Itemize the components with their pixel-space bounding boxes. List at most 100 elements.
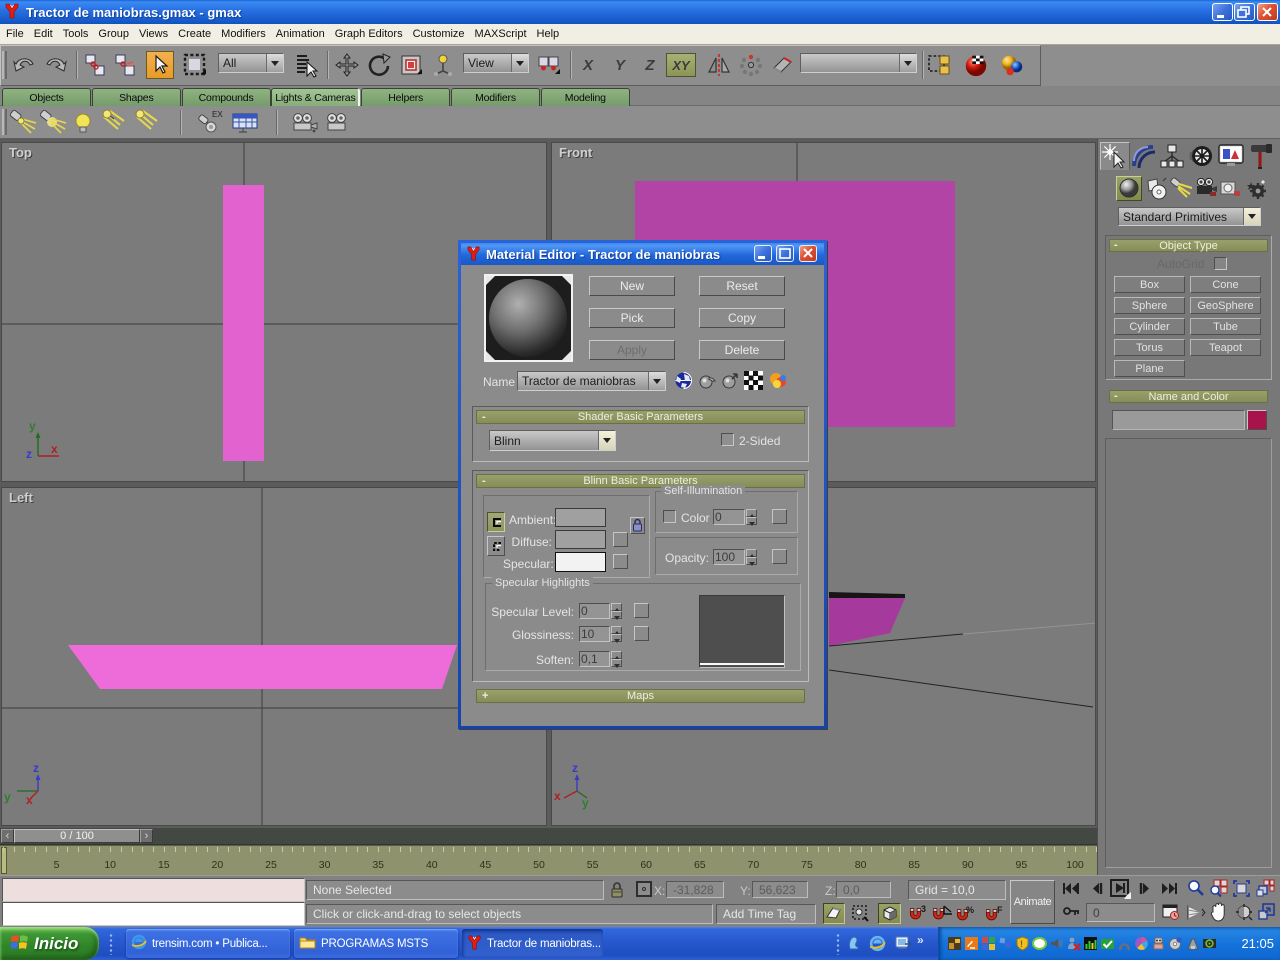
z-coordinate-field[interactable]: 0,0 [836,881,891,898]
name-color-rollout-header[interactable]: - Name and Color [1109,390,1268,403]
material-sphere-preview[interactable] [489,279,567,357]
specular-color-swatch[interactable] [555,552,606,572]
shader-type-dropdown[interactable]: Blinn [489,430,616,451]
tray-app-a-icon[interactable] [1117,936,1132,951]
dropdown-arrow-icon[interactable] [511,54,528,72]
quicklaunch-show-desktop-icon[interactable] [895,935,912,954]
object-name-input[interactable] [1112,410,1245,430]
category-cameras-button[interactable] [1194,177,1218,204]
zoom-all-button[interactable] [1209,879,1228,901]
array-button[interactable] [738,52,764,78]
object-type-geosphere-button[interactable]: GeoSphere [1190,297,1261,314]
pan-button[interactable] [1209,902,1228,925]
tab-create[interactable] [1102,143,1128,172]
reference-coordinate-system-dropdown[interactable]: View [463,53,529,73]
tray-cd-player-icon[interactable] [1168,936,1183,951]
go-to-end-button[interactable] [1160,881,1178,899]
tab-modifiers[interactable]: Modifiers [451,88,540,106]
zoom-button[interactable] [1186,879,1205,901]
show-map-in-viewport-icon[interactable] [674,371,693,393]
light-lister-button[interactable] [231,112,259,137]
two-sided-checkbox[interactable] [721,433,734,446]
object-type-cone-button[interactable]: Cone [1190,276,1261,293]
self-illumination-value-field[interactable]: 0 [713,509,745,525]
next-frame-button[interactable] [1138,881,1153,899]
restrict-z-button[interactable]: Z [638,53,662,77]
object-type-cylinder-button[interactable]: Cylinder [1114,318,1185,335]
menu-help[interactable]: Help [532,26,565,42]
tab-objects[interactable]: Objects [2,88,91,106]
opacity-map-button[interactable] [772,549,787,564]
snap-3d-button[interactable]: 3 [908,904,928,927]
dropdown-arrow-icon[interactable] [598,431,615,450]
selection-filter-dropdown[interactable]: All [218,53,284,73]
glossiness-field[interactable]: 10 [579,626,610,642]
menu-tools[interactable]: Tools [58,26,94,42]
x-coordinate-field[interactable]: -31,828 [666,881,724,898]
material-options-icon[interactable] [768,371,788,393]
tray-antivirus-icon[interactable] [1032,936,1047,951]
tray-volume-icon[interactable] [1049,936,1064,951]
task-button-programas-msts[interactable]: PROGRAMAS MSTS [294,929,458,958]
material-preview-slot[interactable] [484,274,573,362]
autogrid-checkbox[interactable] [1214,257,1227,270]
apply-button[interactable]: Apply [589,340,675,360]
animate-button[interactable]: Animate [1010,880,1055,924]
use-center-button[interactable] [536,52,562,78]
task-button-tractor-active[interactable]: Tractor de maniobras... [462,929,603,958]
current-frame-field[interactable]: 0 [1086,903,1155,922]
object-color-swatch[interactable] [1247,410,1267,430]
reset-button[interactable]: Reset [699,276,785,296]
tab-motion[interactable] [1188,143,1214,172]
diffuse-map-button[interactable] [613,532,628,547]
time-slider-handle[interactable]: 0 / 100 [14,829,140,843]
category-dropdown[interactable]: Standard Primitives [1118,207,1261,226]
redo-button[interactable] [43,52,69,78]
maps-rollout-header[interactable]: + Maps [476,689,805,703]
tab-display[interactable] [1217,143,1245,172]
tray-equalizer-icon[interactable] [1083,936,1098,951]
field-of-view-button[interactable] [1186,903,1206,925]
toolbar-grip[interactable] [2,109,7,135]
angle-snap-button[interactable] [931,903,953,927]
tab-helpers[interactable]: Helpers [361,88,450,106]
dropdown-arrow-icon[interactable] [1243,208,1260,225]
quicklaunch-msn-icon[interactable] [846,935,862,954]
undo-button[interactable] [11,52,37,78]
glossiness-spinner[interactable] [611,626,622,642]
restrict-y-button[interactable]: Y [608,53,632,77]
start-button[interactable]: Inicio [0,927,99,960]
soften-spinner[interactable] [611,651,622,667]
copy-button[interactable]: Copy [699,308,785,328]
pick-button[interactable]: Pick [589,308,675,328]
tray-graphics-icon[interactable] [981,936,996,951]
object-type-rollout-header[interactable]: - Object Type [1109,239,1268,252]
render-button[interactable] [999,52,1025,78]
opacity-value-field[interactable]: 100 [713,549,745,565]
zoom-extents-all-button[interactable] [1256,879,1275,901]
self-illumination-color-checkbox[interactable] [663,510,676,523]
dialog-maximize-button[interactable] [776,245,794,262]
play-animation-button[interactable] [1110,879,1129,897]
tab-utilities[interactable] [1248,142,1274,173]
slider-right-arrow[interactable]: › [140,829,153,843]
shader-rollout-header[interactable]: - Shader Basic Parameters [476,410,805,424]
category-shapes-button[interactable] [1145,177,1169,204]
dialog-minimize-button[interactable] [754,245,772,262]
target-directional-light-button[interactable] [100,109,132,139]
align-button[interactable] [770,52,796,78]
plane-object-top-view[interactable] [223,185,264,461]
tab-modify[interactable] [1131,144,1157,173]
delete-button[interactable]: Delete [699,340,785,360]
set-key-button[interactable] [1062,905,1081,923]
tray-java-icon[interactable] [964,936,979,951]
object-type-sphere-button[interactable]: Sphere [1114,297,1185,314]
select-and-rotate-button[interactable] [366,52,392,78]
time-slider-track[interactable]: ‹ 0 / 100 › [0,828,1097,845]
diffuse-specular-lock-button[interactable] [487,536,505,556]
toolbar-grip[interactable] [2,51,7,79]
new-button[interactable]: New [589,276,675,296]
self-illumination-map-button[interactable] [772,509,787,524]
free-directional-light-button[interactable] [133,109,165,139]
material-name-dropdown[interactable]: Tractor de maniobras [517,371,666,391]
